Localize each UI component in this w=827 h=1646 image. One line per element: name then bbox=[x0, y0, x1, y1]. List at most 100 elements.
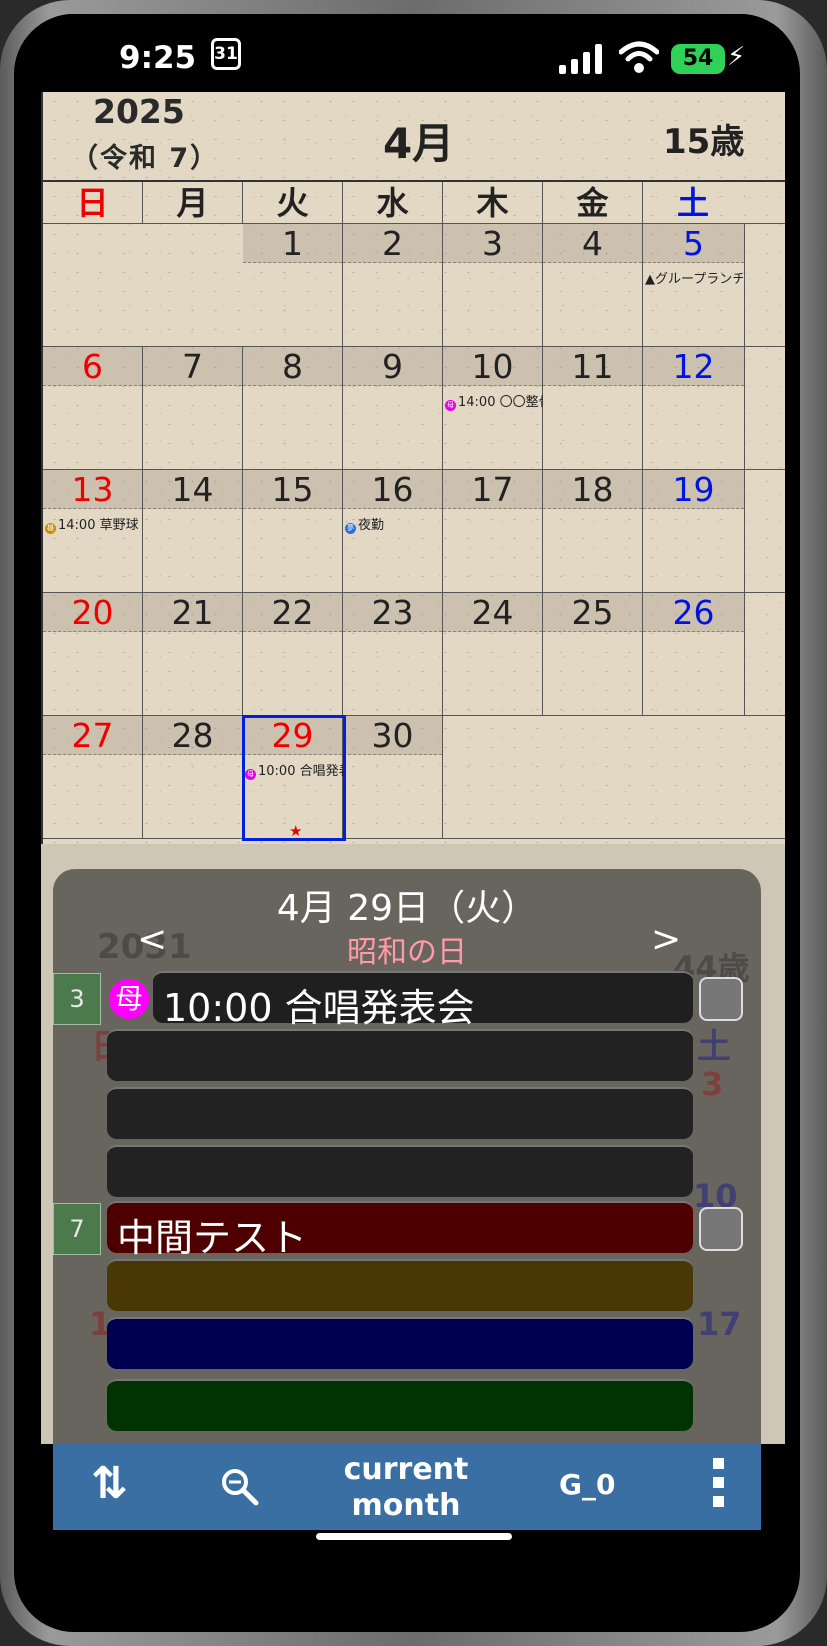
ghost-num1: 3 bbox=[701, 1065, 724, 1103]
day-detail-panel: 2031 44歳 土 日 3 10 17 1 4月 29日（火） < 昭和の日 … bbox=[53, 869, 761, 1444]
bottom-toolbar: ⇅ current month G_0 bbox=[53, 1444, 761, 1530]
group-selector[interactable]: G_0 bbox=[559, 1468, 615, 1501]
day-cell-26[interactable]: 26 bbox=[643, 593, 745, 715]
weekday-header: 日 月 火 水 木 金 土 bbox=[43, 180, 785, 224]
day-number: 16 bbox=[371, 470, 414, 509]
day-cell-24[interactable]: 24 bbox=[443, 593, 543, 715]
day-cell-6[interactable]: 6 bbox=[43, 347, 143, 469]
event-member-icon: 夢 bbox=[345, 523, 356, 534]
day-number: 24 bbox=[471, 593, 514, 632]
event-1-checkbox[interactable] bbox=[699, 977, 743, 1021]
day-cell-16[interactable]: 16 夢夜勤 bbox=[343, 470, 443, 592]
day-cell-7[interactable]: 7 bbox=[143, 347, 243, 469]
day-cell-3[interactable]: 3 bbox=[443, 224, 543, 346]
event-row-8[interactable] bbox=[107, 1379, 693, 1431]
day-number: 25 bbox=[571, 593, 614, 632]
day-cell-12[interactable]: 12 bbox=[643, 347, 745, 469]
weekday-tue: 火 bbox=[243, 182, 343, 224]
day-cell-25[interactable]: 25 bbox=[543, 593, 643, 715]
event-row-2[interactable] bbox=[107, 1029, 693, 1081]
day-number: 13 bbox=[71, 470, 114, 509]
day-event: 母 14:00 〇〇整骨 bbox=[445, 391, 543, 411]
day-cell-13[interactable]: 13 雄14:00 草野球（市 bbox=[43, 470, 143, 592]
day-cell-2[interactable]: 2 bbox=[343, 224, 443, 346]
day-cell-19[interactable]: 19 bbox=[643, 470, 745, 592]
screen: 9:25 31 54 ⚡ 2025 （令和 7） 4月 15歳 日 月 火 水 … bbox=[41, 14, 785, 1604]
day-cell-9[interactable]: 9 bbox=[343, 347, 443, 469]
battery-icon: 54 bbox=[671, 44, 725, 74]
day-cell-30[interactable]: 30 bbox=[343, 716, 443, 838]
day-event-text: 14:00 〇〇整骨 bbox=[458, 395, 543, 410]
week-row: 6 7 8 9 10 母 14:00 〇〇整骨 11 12 bbox=[43, 347, 785, 470]
wifi-icon bbox=[619, 41, 659, 73]
day-number: 14 bbox=[171, 470, 214, 509]
day-cell-18[interactable]: 18 bbox=[543, 470, 643, 592]
event-row-4[interactable] bbox=[107, 1145, 693, 1197]
calendar-year: 2025 bbox=[93, 92, 185, 131]
day-event: ▲グループランチ bbox=[645, 268, 743, 287]
group1-count[interactable]: 3 bbox=[53, 973, 101, 1025]
current-month-button[interactable]: current month bbox=[331, 1452, 481, 1524]
day-cell-23[interactable]: 23 bbox=[343, 593, 443, 715]
day-number: 26 bbox=[672, 593, 715, 632]
sort-icon[interactable]: ⇅ bbox=[91, 1458, 128, 1509]
phone-frame: 9:25 31 54 ⚡ 2025 （令和 7） 4月 15歳 日 月 火 水 … bbox=[0, 0, 827, 1646]
calendar-era: （令和 7） bbox=[71, 143, 220, 174]
week-row: 27 28 29 母 10:00 合唱発表 30 bbox=[43, 716, 785, 839]
day-number: 21 bbox=[171, 593, 214, 632]
calendar-notification-icon: 31 bbox=[211, 38, 241, 70]
event-row-7[interactable] bbox=[107, 1317, 693, 1369]
empty-day-cell bbox=[643, 716, 745, 838]
month-calendar[interactable]: 2025 （令和 7） 4月 15歳 日 月 火 水 木 金 土 1 2 3 4 5 ▲グ… bbox=[41, 92, 785, 844]
day-cell-17[interactable]: 17 bbox=[443, 470, 543, 592]
week-row: 20 21 22 23 24 25 26 bbox=[43, 593, 785, 716]
home-indicator[interactable] bbox=[316, 1533, 512, 1540]
day-number: 9 bbox=[382, 347, 403, 386]
next-day-button[interactable]: > bbox=[651, 919, 681, 960]
day-cell-14[interactable]: 14 bbox=[143, 470, 243, 592]
day-cell-22[interactable]: 22 bbox=[243, 593, 343, 715]
weekday-mon: 月 bbox=[143, 182, 243, 224]
group2-count[interactable]: 7 bbox=[53, 1203, 101, 1255]
day-event-text: ▲グループランチ bbox=[645, 272, 743, 287]
day-cell-28[interactable]: 28 bbox=[143, 716, 243, 838]
day-number: 22 bbox=[271, 593, 314, 632]
day-cell-11[interactable]: 11 bbox=[543, 347, 643, 469]
day-cell-27[interactable]: 27 bbox=[43, 716, 143, 838]
day-number: 19 bbox=[672, 470, 715, 509]
weekday-sun: 日 bbox=[43, 182, 143, 224]
day-event: 夢夜勤 bbox=[345, 514, 443, 534]
day-number: 17 bbox=[471, 470, 514, 509]
day-cell-15[interactable]: 15 bbox=[243, 470, 343, 592]
day-number: 5 bbox=[683, 224, 704, 263]
day-cell-20[interactable]: 20 bbox=[43, 593, 143, 715]
day-cell-21[interactable]: 21 bbox=[143, 593, 243, 715]
day-number: 15 bbox=[271, 470, 314, 509]
calendar-age: 15歳 bbox=[663, 122, 745, 162]
event-row-1[interactable]: 10:00 合唱発表会 bbox=[153, 971, 693, 1030]
weekday-thu: 木 bbox=[443, 182, 543, 224]
event-row-6[interactable] bbox=[107, 1259, 693, 1311]
day-cell-10[interactable]: 10 母 14:00 〇〇整骨 bbox=[443, 347, 543, 469]
day-number: 10 bbox=[471, 347, 514, 386]
event-5-checkbox[interactable] bbox=[699, 1207, 743, 1251]
day-number: 27 bbox=[71, 716, 114, 755]
calendar-month-title[interactable]: 4月 bbox=[383, 110, 454, 171]
selected-day-outline: ★ bbox=[242, 715, 346, 841]
empty-day-cell bbox=[43, 224, 143, 346]
day-cell-4[interactable]: 4 bbox=[543, 224, 643, 346]
zoom-search-icon[interactable] bbox=[219, 1466, 259, 1506]
day-number: 6 bbox=[82, 347, 103, 386]
more-menu-icon[interactable] bbox=[713, 1458, 725, 1515]
day-cell-8[interactable]: 8 bbox=[243, 347, 343, 469]
ghost-num3: 17 bbox=[697, 1305, 742, 1343]
weekday-wed: 水 bbox=[343, 182, 443, 224]
day-number: 12 bbox=[672, 347, 715, 386]
event-row-3[interactable] bbox=[107, 1087, 693, 1139]
event-row-5[interactable]: 中間テスト bbox=[107, 1201, 693, 1260]
day-event-text: 14:00 草野球（市 bbox=[58, 518, 143, 533]
event-row-1-text: 10:00 合唱発表会 bbox=[163, 986, 475, 1030]
day-number: 8 bbox=[282, 347, 303, 386]
day-cell-5[interactable]: 5 ▲グループランチ bbox=[643, 224, 745, 346]
day-cell-1[interactable]: 1 bbox=[243, 224, 343, 346]
